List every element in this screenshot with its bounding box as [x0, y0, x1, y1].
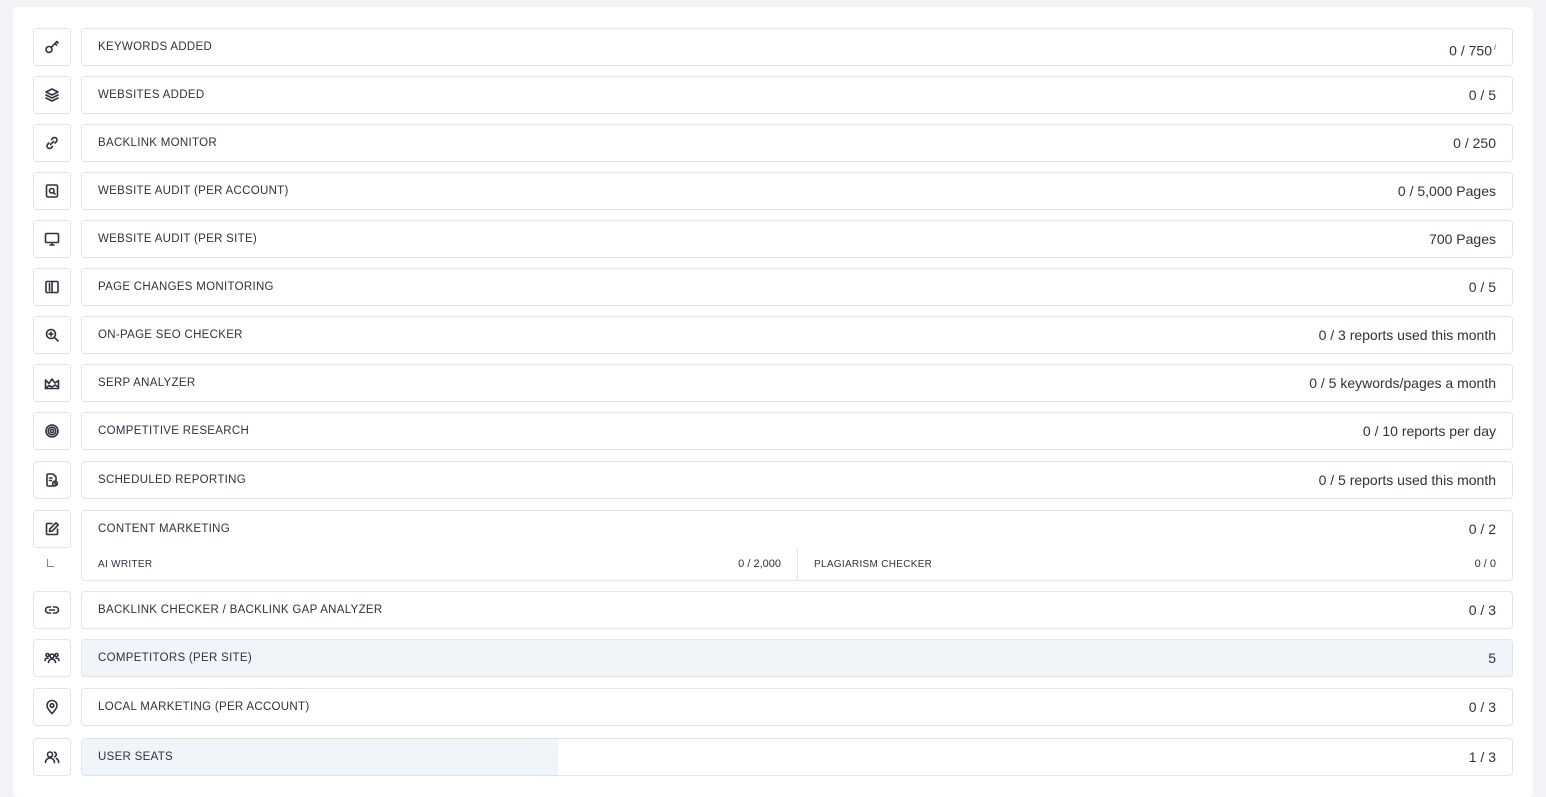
link-icon [33, 124, 71, 162]
search-file-icon [33, 172, 71, 210]
limit-row-content-marketing: CONTENT MARKETING 0 / 2 [33, 510, 1513, 550]
limit-row-scheduled-reporting: SCHEDULED REPORTING 0 / 5 reports used t… [33, 461, 1513, 499]
limit-row-user-seats: USER SEATS 1 / 3 [33, 738, 1513, 776]
edit-icon [33, 510, 71, 548]
limit-bar: BACKLINK CHECKER / BACKLINK GAP ANALYZER… [81, 591, 1513, 629]
limit-bar: KEYWORDS ADDED 0 / 750 i [81, 28, 1513, 66]
limit-row-keywords: KEYWORDS ADDED 0 / 750 i [33, 28, 1513, 66]
limit-bar: LOCAL MARKETING (PER ACCOUNT) 0 / 3 [81, 688, 1513, 726]
limit-bar: ON-PAGE SEO CHECKER 0 / 3 reports used t… [81, 316, 1513, 354]
limit-row-backlink-monitor: BACKLINK MONITOR 0 / 250 [33, 124, 1513, 162]
limit-row-audit-account: WEBSITE AUDIT (PER ACCOUNT) 0 / 5,000 Pa… [33, 172, 1513, 210]
limit-value: 0 / 5 keywords/pages a month [1309, 375, 1496, 391]
info-icon[interactable]: i [1494, 42, 1496, 52]
limit-value: 700 Pages [1429, 231, 1496, 247]
map-pin-icon [33, 688, 71, 726]
limit-row-onpage-seo: ON-PAGE SEO CHECKER 0 / 3 reports used t… [33, 316, 1513, 354]
ai-writer-label: AI WRITER [98, 559, 153, 570]
limit-bar: SERP ANALYZER 0 / 5 keywords/pages a mon… [81, 364, 1513, 402]
limit-row-page-changes: PAGE CHANGES MONITORING 0 / 5 [33, 268, 1513, 306]
limit-row-competitive-research: COMPETITIVE RESEARCH 0 / 10 reports per … [33, 412, 1513, 450]
limit-bar: WEBSITES ADDED 0 / 5 [81, 76, 1513, 114]
limit-bar: COMPETITORS (PER SITE) 5 [81, 639, 1513, 677]
limit-bar: USER SEATS 1 / 3 [81, 738, 1513, 776]
limit-label: USER SEATS [98, 751, 173, 763]
limit-label: ON-PAGE SEO CHECKER [98, 329, 243, 341]
ai-writer-cell: AI WRITER 0 / 2,000 [82, 549, 797, 580]
limit-row-local-marketing: LOCAL MARKETING (PER ACCOUNT) 0 / 3 [33, 688, 1513, 726]
users-group-icon [33, 639, 71, 677]
limit-label: LOCAL MARKETING (PER ACCOUNT) [98, 701, 310, 713]
limit-label: PAGE CHANGES MONITORING [98, 281, 274, 293]
content-marketing-sub-row: AI WRITER 0 / 2,000 PLAGIARISM CHECKER 0… [33, 549, 1513, 581]
area-chart-icon [33, 364, 71, 402]
limit-bar: WEBSITE AUDIT (PER SITE) 700 Pages [81, 220, 1513, 258]
ai-writer-value: 0 / 2,000 [738, 558, 781, 570]
limit-value: 0 / 2 [1468, 521, 1496, 537]
limit-value: 0 / 5,000 Pages [1397, 183, 1496, 199]
limit-value: 0 / 3 [1468, 699, 1496, 715]
zoom-in-icon [33, 316, 71, 354]
limit-value: 1 / 3 [1468, 749, 1496, 765]
limit-row-audit-site: WEBSITE AUDIT (PER SITE) 700 Pages [33, 220, 1513, 258]
plagiarism-checker-label: PLAGIARISM CHECKER [814, 559, 933, 570]
sub-bar: AI WRITER 0 / 2,000 PLAGIARISM CHECKER 0… [81, 549, 1513, 581]
sub-item-corner-icon [47, 559, 54, 567]
limit-label: BACKLINK CHECKER / BACKLINK GAP ANALYZER [98, 604, 383, 616]
layers-icon [33, 76, 71, 114]
plagiarism-checker-value: 0 / 0 [1474, 558, 1496, 570]
report-clock-icon [33, 461, 71, 499]
limit-label: SERP ANALYZER [98, 377, 196, 389]
limit-bar: COMPETITIVE RESEARCH 0 / 10 reports per … [81, 412, 1513, 450]
usage-fill [82, 640, 1512, 676]
book-open-icon [33, 268, 71, 306]
limit-value: 0 / 5 reports used this month [1318, 472, 1496, 488]
limit-value: 0 / 5 [1468, 279, 1496, 295]
limit-label: BACKLINK MONITOR [98, 137, 217, 149]
limit-label: COMPETITIVE RESEARCH [98, 425, 250, 437]
limit-label: WEBSITES ADDED [98, 89, 205, 101]
limit-value: 0 / 3 [1468, 602, 1496, 618]
limit-label: COMPETITORS (PER SITE) [98, 652, 252, 664]
plagiarism-checker-cell: PLAGIARISM CHECKER 0 / 0 [798, 549, 1512, 580]
limit-value: 0 / 750 i [1449, 42, 1496, 59]
limit-label: WEBSITE AUDIT (PER SITE) [98, 233, 258, 245]
limit-value: 0 / 250 [1453, 135, 1496, 151]
limit-bar: SCHEDULED REPORTING 0 / 5 reports used t… [81, 461, 1513, 499]
limit-row-serp-analyzer: SERP ANALYZER 0 / 5 keywords/pages a mon… [33, 364, 1513, 402]
limit-row-websites: WEBSITES ADDED 0 / 5 [33, 76, 1513, 114]
users-icon [33, 738, 71, 776]
limit-row-competitors: COMPETITORS (PER SITE) 5 [33, 639, 1513, 677]
limit-value: 0 / 10 reports per day [1362, 423, 1496, 439]
limit-value: 5 [1488, 650, 1496, 666]
limit-label: CONTENT MARKETING [98, 523, 231, 535]
target-icon [33, 412, 71, 450]
limit-label: WEBSITE AUDIT (PER ACCOUNT) [98, 185, 289, 197]
limit-bar: BACKLINK MONITOR 0 / 250 [81, 124, 1513, 162]
chain-link-icon [33, 591, 71, 629]
limit-value: 0 / 5 [1468, 87, 1496, 103]
limit-bar: WEBSITE AUDIT (PER ACCOUNT) 0 / 5,000 Pa… [81, 172, 1513, 210]
limit-bar: CONTENT MARKETING 0 / 2 [81, 510, 1513, 550]
monitor-icon [33, 220, 71, 258]
limit-bar: PAGE CHANGES MONITORING 0 / 5 [81, 268, 1513, 306]
limit-row-backlink-checker: BACKLINK CHECKER / BACKLINK GAP ANALYZER… [33, 591, 1513, 629]
limit-label: KEYWORDS ADDED [98, 41, 213, 53]
limit-value: 0 / 3 reports used this month [1318, 327, 1496, 343]
limit-label: SCHEDULED REPORTING [98, 474, 246, 486]
key-icon [33, 28, 71, 66]
